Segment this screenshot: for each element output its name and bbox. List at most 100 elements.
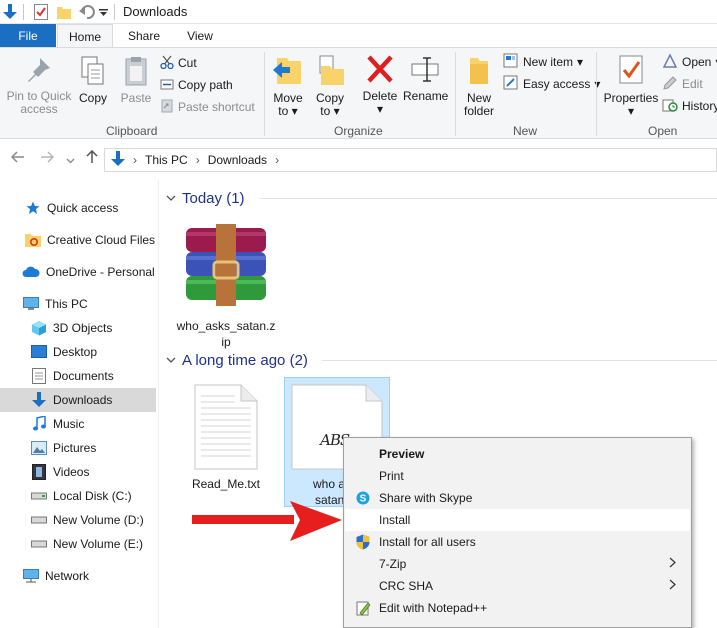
menu-item-install-for-all-users[interactable]: Install for all users	[345, 531, 690, 553]
ribbon-tabs: File Home Share View	[0, 24, 717, 48]
nav-item-local-disk-c[interactable]: Local Disk (C:)	[0, 484, 156, 508]
desktop-icon	[31, 344, 47, 360]
tab-file[interactable]: File	[0, 24, 56, 47]
group-header-long-time-ago[interactable]: A long time ago (2)	[166, 352, 717, 369]
group-divider-line	[321, 360, 717, 361]
red-arrow-annotation	[192, 501, 342, 546]
tab-view[interactable]: View	[172, 24, 228, 48]
history-button[interactable]: History	[662, 97, 717, 115]
navigation-pane: Quick access Creative Cloud Files OneDri…	[0, 186, 158, 628]
move-to-button[interactable]: Move to ▾	[270, 54, 306, 118]
new-folder-icon[interactable]	[56, 3, 72, 21]
back-arrow-icon[interactable]	[10, 150, 25, 167]
nav-item-new-volume-e[interactable]: New Volume (E:)	[0, 532, 156, 556]
new-item-button[interactable]: New item ▾	[503, 53, 583, 71]
nav-item-3d-objects[interactable]: 3D Objects	[0, 316, 156, 340]
text-document-icon	[193, 384, 259, 470]
submenu-arrow-icon	[669, 557, 676, 571]
group-label-organize: Organize	[334, 124, 383, 138]
open-button[interactable]: Open ▾	[662, 52, 717, 71]
breadcrumb-chevron-icon[interactable]: ›	[196, 153, 200, 167]
breadcrumb-chevron-icon[interactable]: ›	[275, 153, 279, 167]
copy-to-folder-icon	[312, 54, 348, 89]
downloads-arrow-icon	[111, 150, 125, 170]
nav-item-downloads[interactable]: Downloads	[0, 388, 156, 412]
nav-item-quick-access[interactable]: Quick access	[0, 196, 156, 220]
breadcrumb-this-pc[interactable]: This PC	[145, 153, 188, 167]
group-label-clipboard: Clipboard	[106, 124, 158, 138]
properties-checkbox-icon[interactable]	[32, 3, 50, 21]
nav-item-desktop[interactable]: Desktop	[0, 340, 156, 364]
undo-icon[interactable]	[78, 3, 96, 21]
paste-shortcut-icon	[160, 99, 174, 116]
tab-home[interactable]: Home	[57, 24, 113, 48]
menu-item-preview[interactable]: Preview	[345, 443, 690, 465]
group-separator	[596, 52, 597, 136]
computer-icon	[23, 296, 39, 312]
address-bar[interactable]: › This PC › Downloads ›	[104, 148, 717, 172]
nav-item-new-volume-d[interactable]: New Volume (D:)	[0, 508, 156, 532]
dropdown-chevron-icon: ▾	[627, 104, 635, 118]
easy-access-button[interactable]: Easy access ▾	[503, 75, 600, 93]
drive-icon	[31, 536, 47, 552]
recent-locations-chevron-icon[interactable]	[66, 152, 75, 168]
ribbon: Pin to Quick access Copy Paste Cut Copy …	[0, 47, 717, 139]
nav-item-onedrive[interactable]: OneDrive - Personal	[0, 260, 156, 284]
nav-item-videos[interactable]: Videos	[0, 460, 156, 484]
nav-item-music[interactable]: Music	[0, 412, 156, 436]
group-separator	[455, 52, 456, 136]
paste-shortcut-button[interactable]: Paste shortcut	[160, 98, 255, 116]
address-row: › This PC › Downloads ›	[0, 140, 717, 180]
group-header-today[interactable]: Today (1)	[166, 190, 717, 207]
nav-item-this-pc[interactable]: This PC	[0, 292, 156, 316]
pane-divider[interactable]	[158, 180, 159, 628]
nav-item-documents[interactable]: Documents	[0, 364, 156, 388]
creative-cloud-folder-icon	[25, 232, 41, 248]
dropdown-chevron-icon: ▾	[376, 102, 384, 116]
nav-item-creative-cloud-files[interactable]: Creative Cloud Files	[0, 228, 156, 252]
drive-icon	[31, 488, 47, 504]
pin-to-quick-access-button[interactable]: Pin to Quick access	[4, 56, 74, 116]
file-item-zip[interactable]: who_asks_satan.z ip	[172, 218, 280, 349]
forward-arrow-icon[interactable]	[40, 150, 55, 167]
new-folder-button[interactable]: New folder	[460, 54, 498, 118]
rename-cursor-icon	[403, 54, 447, 87]
properties-check-icon	[603, 54, 659, 89]
copy-button[interactable]: Copy	[76, 56, 110, 105]
chevron-down-icon	[166, 190, 176, 207]
menu-item-print[interactable]: Print	[345, 465, 690, 487]
nav-item-pictures[interactable]: Pictures	[0, 436, 156, 460]
copy-path-button[interactable]: Copy path	[160, 76, 233, 94]
group-divider-line	[258, 198, 717, 199]
group-label-new: New	[513, 124, 538, 138]
delete-x-icon	[358, 54, 402, 87]
edit-button[interactable]: Edit	[662, 75, 703, 93]
copy-to-button[interactable]: Copy to ▾	[312, 54, 348, 118]
group-separator	[264, 52, 265, 136]
rename-button[interactable]: Rename	[403, 54, 448, 103]
menu-item-crc-sha[interactable]: CRC SHA	[345, 575, 690, 597]
nav-item-network[interactable]: Network	[0, 564, 156, 588]
new-item-icon	[503, 53, 519, 72]
file-item-readme[interactable]: Read_Me.txt	[178, 378, 274, 498]
folder-icon	[460, 54, 498, 89]
up-arrow-icon[interactable]	[85, 149, 99, 167]
network-icon	[23, 568, 39, 584]
menu-item-install[interactable]: Install	[345, 509, 690, 531]
copy-pages-icon	[76, 56, 110, 89]
delete-button[interactable]: Delete ▾	[358, 54, 402, 116]
customize-toolbar-chevron-icon[interactable]	[97, 3, 109, 21]
menu-item-edit-with-notepad-plus-plus[interactable]: Edit with Notepad++	[345, 597, 690, 619]
uac-shield-icon	[355, 534, 371, 550]
menu-item-7-zip[interactable]: 7-Zip	[345, 553, 690, 575]
paste-button[interactable]: Paste	[118, 56, 154, 105]
menu-item-share-with-skype[interactable]: S Share with Skype	[345, 487, 690, 509]
tab-share[interactable]: Share	[116, 24, 172, 48]
drive-icon	[31, 512, 47, 528]
onedrive-cloud-icon	[22, 264, 40, 280]
title-bar: Downloads	[0, 0, 717, 24]
breadcrumb-downloads[interactable]: Downloads	[208, 153, 267, 167]
breadcrumb-chevron-icon[interactable]: ›	[133, 153, 137, 167]
properties-button[interactable]: Properties ▾	[603, 54, 659, 118]
cut-button[interactable]: Cut	[160, 54, 197, 72]
